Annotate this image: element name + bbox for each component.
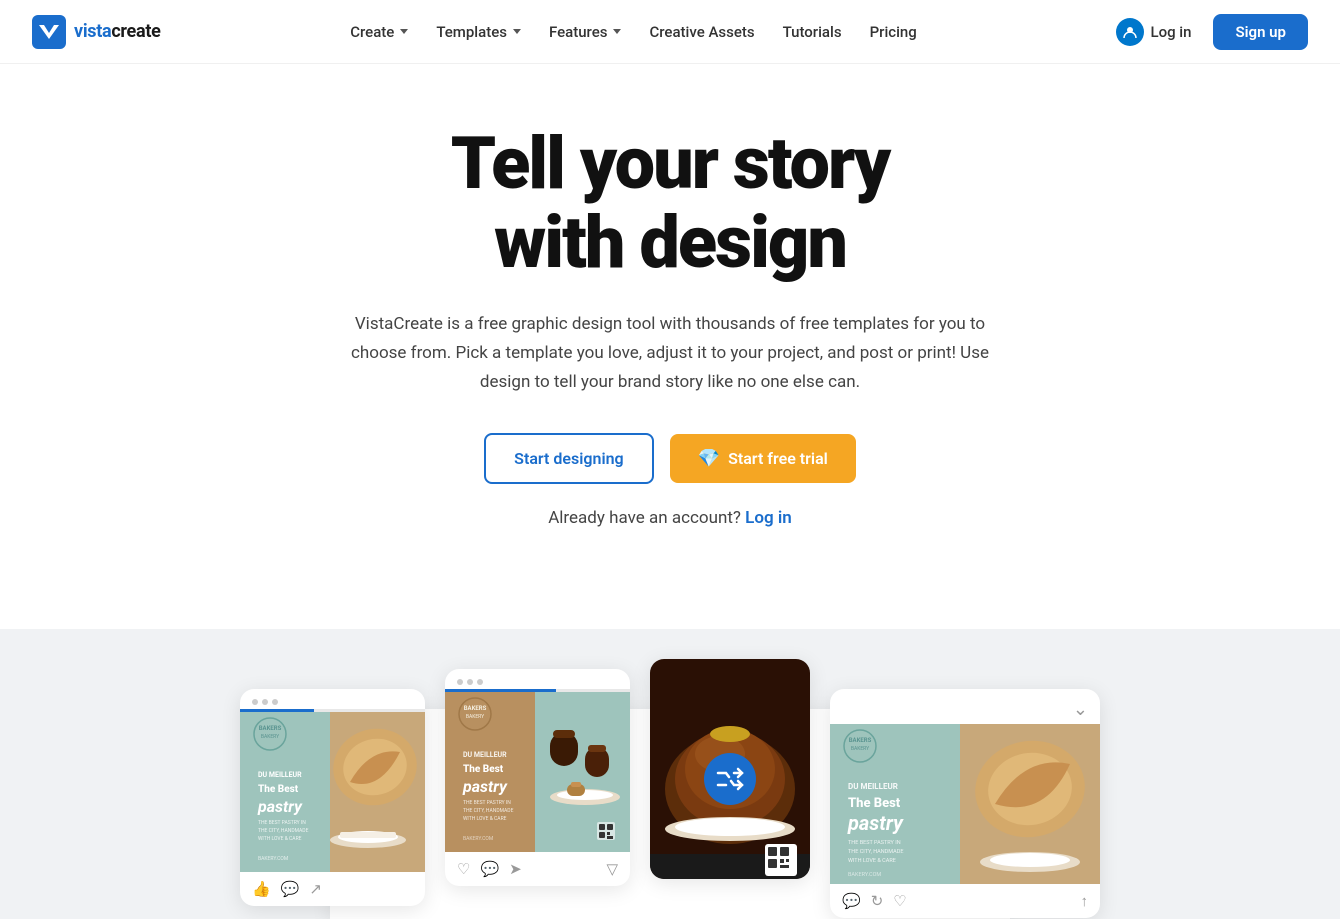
dot [262,699,268,705]
hero-headline: Tell your story with design [240,124,1100,282]
svg-text:THE CITY, HANDMADE: THE CITY, HANDMADE [463,808,514,814]
signup-button[interactable]: Sign up [1213,14,1308,50]
svg-text:The Best: The Best [848,796,901,811]
hero-login-link[interactable]: Log in [745,508,792,528]
hero-buttons: Start designing 💎 Start free trial [240,433,1100,484]
nav-item-tutorials[interactable]: Tutorials [771,17,854,47]
send-icon[interactable]: ➤ [509,860,522,878]
svg-text:THE BEST PASTRY IN: THE BEST PASTRY IN [848,840,901,846]
start-free-trial-button[interactable]: 💎 Start free trial [670,434,856,483]
action-icons-1: 👍 💬 ↗ [252,880,322,898]
card-actions-2: ♡ 💬 ➤ ▽ [445,852,630,886]
nav-item-features[interactable]: Features [537,17,633,47]
card-image-4: BAKERS BAKERY DU MEILLEUR The Best pastr… [830,724,1100,884]
svg-text:pastry: pastry [847,811,904,835]
comment-icon[interactable]: 💬 [842,892,861,910]
like-icon[interactable]: ♡ [457,860,470,878]
svg-text:DU MEILLEUR: DU MEILLEUR [848,782,898,791]
nav-item-pricing[interactable]: Pricing [858,17,929,47]
svg-text:The Best: The Best [463,764,504,775]
card-dots-2 [445,669,630,689]
svg-text:WITH LOVE & CARE: WITH LOVE & CARE [258,836,302,842]
like-icon[interactable]: ♡ [893,892,906,910]
svg-text:BAKERY: BAKERY [851,746,869,752]
preview-card-1: BAKERS BAKERY DU MEILLEUR The Best pastr… [240,689,425,906]
chevron-down-icon [613,29,621,34]
comment-icon[interactable]: 💬 [281,880,300,898]
comment-icon[interactable]: 💬 [480,860,499,878]
svg-text:THE CITY, HANDMADE: THE CITY, HANDMADE [258,828,309,834]
diamond-icon: 💎 [698,448,720,469]
svg-text:pastry: pastry [462,777,508,796]
svg-text:BAKERY.COM: BAKERY.COM [258,856,288,862]
refresh-icon[interactable]: ↻ [871,892,884,910]
dot [272,699,278,705]
share-icon[interactable]: ↗ [309,880,322,898]
dot [457,679,463,685]
card-actions-1: 👍 💬 ↗ [240,872,425,906]
preview-section: BAKERS BAKERY DU MEILLEUR The Best pastr… [0,629,1340,919]
action-icons-4: 💬 ↻ ♡ [842,892,907,910]
svg-text:THE CITY, HANDMADE: THE CITY, HANDMADE [848,849,903,855]
svg-text:BAKERS: BAKERS [464,705,487,712]
card-actions-4: 💬 ↻ ♡ ↑ [830,884,1100,918]
svg-text:The Best: The Best [258,784,299,795]
bookmark-icon[interactable]: ▽ [606,860,618,878]
dot [252,699,258,705]
nav-right: Log in Sign up [1106,12,1308,52]
svg-text:WITH LOVE & CARE: WITH LOVE & CARE [463,816,507,822]
nav-item-templates[interactable]: Templates [424,17,533,47]
card-dots-1 [240,689,425,709]
svg-text:THE BEST PASTRY IN: THE BEST PASTRY IN [258,820,306,826]
nav-item-create[interactable]: Create [338,17,420,47]
svg-text:DU MEILLEUR: DU MEILLEUR [463,751,507,759]
preview-card-4: ⌄ BAKERS BAKERY DU MEILLEUR The Best pas… [830,689,1100,918]
svg-text:DU MEILLEUR: DU MEILLEUR [258,771,302,779]
start-designing-button[interactable]: Start designing [484,433,653,484]
svg-text:WITH LOVE & CARE: WITH LOVE & CARE [848,858,896,864]
chevron-down-icon [400,29,408,34]
svg-text:BAKERY: BAKERY [261,734,279,740]
action-icons-2: ♡ 💬 ➤ [457,860,522,878]
navbar: vistacreate Create Templates Features Cr… [0,0,1340,64]
like-icon[interactable]: 👍 [252,880,271,898]
preview-card-3 [650,659,810,879]
nav-item-creative-assets[interactable]: Creative Assets [637,17,766,47]
svg-text:BAKERY.COM: BAKERY.COM [463,836,493,842]
upload-icon[interactable]: ↑ [1081,892,1089,910]
svg-text:BAKERY: BAKERY [466,714,484,720]
card-image-1: BAKERS BAKERY DU MEILLEUR The Best pastr… [240,712,425,872]
hero-login-hint: Already have an account? Log in [350,504,990,533]
preview-card-2: BAKERS BAKERY DU MEILLEUR The Best pastr… [445,669,630,886]
hero-section: Tell your story with design VistaCreate … [220,64,1120,609]
card-image-2: BAKERS BAKERY DU MEILLEUR The Best pastr… [445,692,630,852]
svg-text:BAKERS: BAKERS [259,725,282,732]
svg-text:BAKERS: BAKERS [849,737,872,744]
svg-text:BAKERY.COM: BAKERY.COM [848,872,881,878]
card-image-3 [650,659,810,879]
logo[interactable]: vistacreate [32,15,161,49]
svg-text:THE BEST PASTRY IN: THE BEST PASTRY IN [463,800,511,806]
svg-text:pastry: pastry [257,797,303,816]
dot [477,679,483,685]
user-icon [1116,18,1144,46]
dot [467,679,473,685]
chevron-down-icon [513,29,521,34]
logo-text: vistacreate [74,21,161,42]
login-button[interactable]: Log in [1106,12,1201,52]
nav-links: Create Templates Features Creative Asset… [338,17,929,47]
collapse-icon[interactable]: ⌄ [1073,699,1088,720]
hero-description: VistaCreate is a free graphic design too… [350,310,990,397]
